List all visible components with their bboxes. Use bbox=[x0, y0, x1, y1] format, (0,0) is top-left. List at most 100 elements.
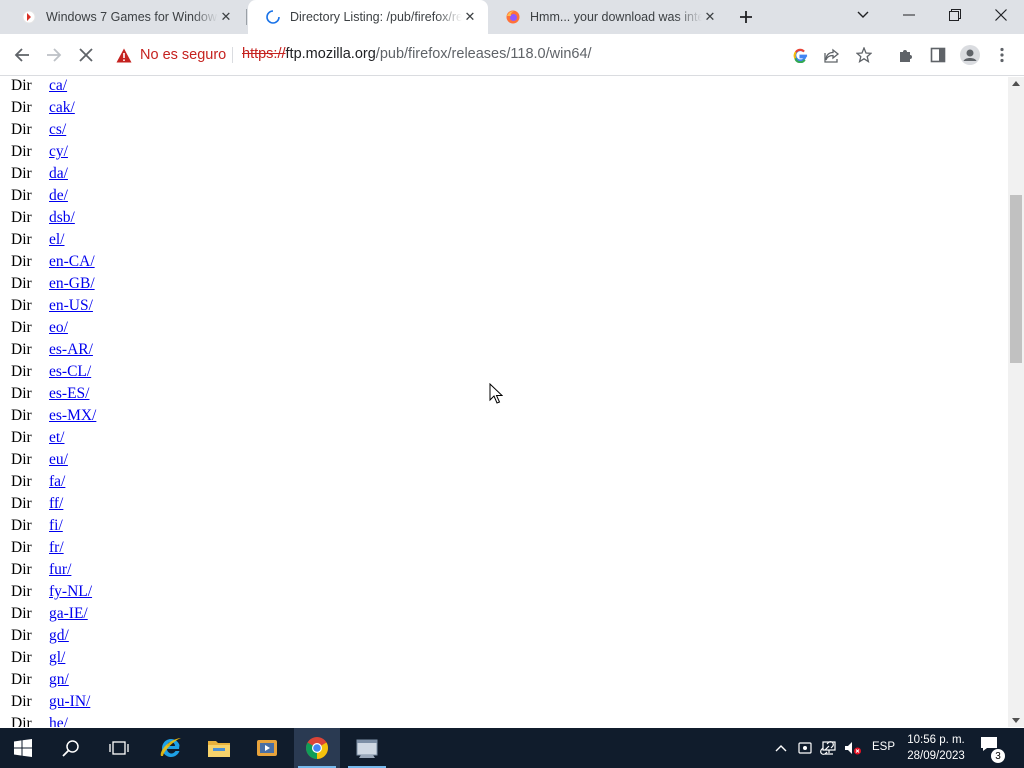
directory-link[interactable]: es-CL/ bbox=[49, 363, 91, 381]
directory-link[interactable]: en-CA/ bbox=[49, 253, 95, 271]
entry-type: Dir bbox=[11, 451, 32, 468]
directory-link[interactable]: gu-IN/ bbox=[49, 693, 90, 711]
start-button[interactable] bbox=[0, 728, 46, 768]
minimize-button[interactable] bbox=[886, 0, 932, 30]
directory-link[interactable]: gd/ bbox=[49, 627, 69, 645]
profile-button[interactable] bbox=[956, 41, 984, 69]
directory-link[interactable]: cak/ bbox=[49, 99, 75, 117]
url-text[interactable]: https://ftp.mozilla.org/pub/firefox/rele… bbox=[242, 46, 592, 62]
volume-muted-icon bbox=[845, 742, 861, 755]
browser-toolbar: No es seguro https://ftp.mozilla.org/pub… bbox=[0, 34, 1024, 76]
task-view-icon bbox=[109, 741, 129, 755]
google-lens-button[interactable] bbox=[786, 41, 814, 69]
media-app-button[interactable] bbox=[244, 728, 290, 768]
app-window-button[interactable] bbox=[344, 728, 390, 768]
directory-link[interactable]: eu/ bbox=[49, 451, 68, 469]
task-view-button[interactable] bbox=[96, 728, 142, 768]
listing-row: Dir ga-IE/ bbox=[0, 605, 300, 627]
tray-app-button[interactable] bbox=[794, 728, 816, 768]
back-button[interactable] bbox=[8, 41, 36, 69]
listing-row: Dir fa/ bbox=[0, 473, 300, 495]
entry-type: Dir bbox=[11, 209, 32, 226]
tab-search-button[interactable] bbox=[840, 0, 886, 30]
extensions-button[interactable] bbox=[892, 41, 920, 69]
tab-close-icon[interactable]: ✕ bbox=[218, 9, 234, 25]
directory-link[interactable]: fy-NL/ bbox=[49, 583, 92, 601]
directory-link[interactable]: ff/ bbox=[49, 495, 63, 513]
menu-button[interactable] bbox=[988, 41, 1016, 69]
directory-link[interactable]: cy/ bbox=[49, 143, 68, 161]
scrollbar-thumb[interactable] bbox=[1010, 195, 1022, 363]
stop-button[interactable] bbox=[72, 41, 100, 69]
input-language[interactable]: ESP bbox=[872, 741, 895, 753]
directory-link[interactable]: es-MX/ bbox=[49, 407, 96, 425]
chevron-up-icon bbox=[775, 745, 787, 752]
media-player-icon bbox=[257, 740, 277, 756]
chrome-button[interactable] bbox=[294, 728, 340, 768]
clock[interactable]: 10:56 p. m. 28/09/2023 bbox=[902, 732, 970, 764]
listing-row: Dir ff/ bbox=[0, 495, 300, 517]
directory-link[interactable]: es-AR/ bbox=[49, 341, 93, 359]
directory-link[interactable]: ca/ bbox=[49, 77, 67, 95]
directory-link[interactable]: gn/ bbox=[49, 671, 69, 689]
tab-directory-listing[interactable]: Directory Listing: /pub/firefox/releases… bbox=[248, 0, 488, 34]
directory-link[interactable]: ga-IE/ bbox=[49, 605, 88, 623]
clock-date: 28/09/2023 bbox=[907, 750, 965, 762]
directory-link[interactable]: eo/ bbox=[49, 319, 68, 337]
forward-button[interactable] bbox=[40, 41, 68, 69]
stop-loading-icon bbox=[79, 48, 93, 62]
close-window-button[interactable] bbox=[978, 0, 1024, 30]
directory-link[interactable]: fi/ bbox=[49, 517, 63, 535]
side-panel-button[interactable] bbox=[924, 41, 952, 69]
show-hidden-icons-button[interactable] bbox=[770, 728, 792, 768]
tab-close-icon[interactable]: ✕ bbox=[462, 9, 478, 25]
scroll-up-arrow-icon[interactable] bbox=[1012, 81, 1020, 86]
scroll-down-arrow-icon[interactable] bbox=[1012, 718, 1020, 723]
directory-link[interactable]: cs/ bbox=[49, 121, 66, 139]
entry-type: Dir bbox=[11, 649, 32, 666]
directory-link[interactable]: fa/ bbox=[49, 473, 65, 491]
listing-row: Dir fr/ bbox=[0, 539, 300, 561]
restore-button[interactable] bbox=[932, 0, 978, 30]
listing-row: Dir el/ bbox=[0, 231, 300, 253]
listing-row: Dir fy-NL/ bbox=[0, 583, 300, 605]
tab-windows-7-games[interactable]: Windows 7 Games for Windows 10 ✕ bbox=[4, 0, 244, 34]
directory-link[interactable]: es-ES/ bbox=[49, 385, 89, 403]
vertical-scrollbar[interactable] bbox=[1008, 77, 1024, 727]
search-button[interactable] bbox=[48, 728, 94, 768]
restore-icon bbox=[949, 9, 961, 21]
volume-button[interactable] bbox=[842, 728, 864, 768]
listing-row: Dir es-CL/ bbox=[0, 363, 300, 385]
directory-link[interactable]: fr/ bbox=[49, 539, 64, 557]
entry-type: Dir bbox=[11, 715, 32, 727]
directory-link[interactable]: el/ bbox=[49, 231, 65, 249]
security-indicator[interactable]: No es seguro bbox=[116, 43, 226, 67]
tab-strip: Windows 7 Games for Windows 10 ✕ Directo… bbox=[0, 0, 1024, 34]
directory-link[interactable]: da/ bbox=[49, 165, 68, 183]
directory-link[interactable]: gl/ bbox=[49, 649, 65, 667]
entry-type: Dir bbox=[11, 275, 32, 292]
share-button[interactable] bbox=[818, 41, 846, 69]
directory-link[interactable]: et/ bbox=[49, 429, 65, 447]
entry-type: Dir bbox=[11, 253, 32, 270]
address-bar[interactable]: No es seguro https://ftp.mozilla.org/pub… bbox=[108, 39, 886, 71]
directory-link[interactable]: fur/ bbox=[49, 561, 71, 579]
directory-link[interactable]: en-US/ bbox=[49, 297, 93, 315]
notification-count-badge: 3 bbox=[990, 748, 1006, 764]
directory-link[interactable]: he/ bbox=[49, 715, 68, 727]
new-tab-button[interactable] bbox=[736, 7, 756, 27]
listing-row: Dir fi/ bbox=[0, 517, 300, 539]
network-button[interactable] bbox=[818, 728, 840, 768]
file-explorer-button[interactable] bbox=[196, 728, 242, 768]
tab-close-icon[interactable]: ✕ bbox=[702, 9, 718, 25]
listing-row: Dir cak/ bbox=[0, 99, 300, 121]
entry-type: Dir bbox=[11, 495, 32, 512]
directory-link[interactable]: dsb/ bbox=[49, 209, 75, 227]
url-scheme: https:// bbox=[242, 46, 286, 62]
entry-type: Dir bbox=[11, 363, 32, 380]
tab-download-interrupted[interactable]: Hmm... your download was interrupted ✕ bbox=[488, 0, 728, 34]
directory-link[interactable]: de/ bbox=[49, 187, 68, 205]
internet-explorer-button[interactable] bbox=[148, 728, 194, 768]
directory-link[interactable]: en-GB/ bbox=[49, 275, 95, 293]
bookmark-button[interactable] bbox=[850, 41, 878, 69]
